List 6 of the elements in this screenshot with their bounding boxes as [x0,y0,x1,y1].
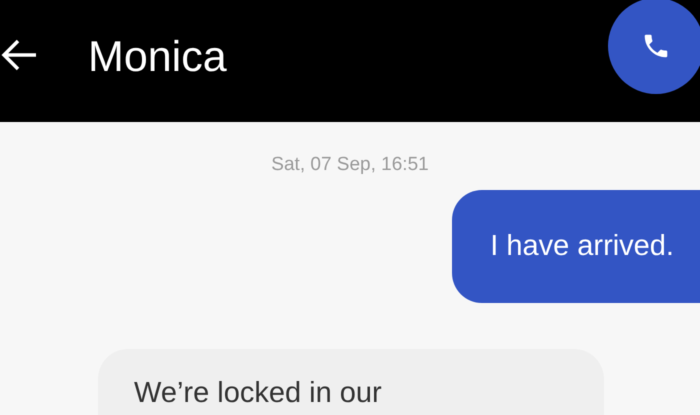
received-message-bubble: We’re locked in our [98,349,604,415]
contact-name: Monica [88,32,227,83]
sent-message-bubble: I have arrived. [452,190,700,303]
back-button[interactable] [0,38,38,72]
message-timestamp: Sat, 07 Sep, 16:51 [271,154,429,176]
back-arrow-icon [0,38,38,72]
